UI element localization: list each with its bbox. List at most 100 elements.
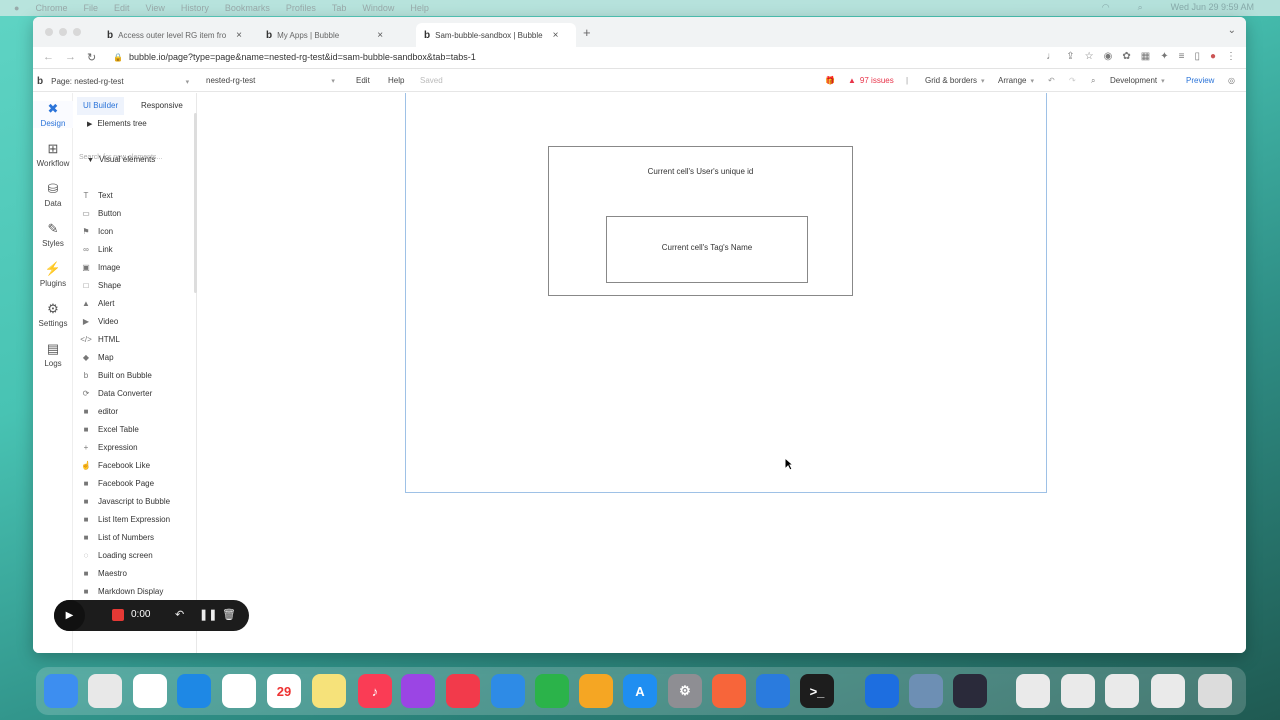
keynote-icon[interactable] bbox=[491, 674, 525, 708]
zoom-window-button[interactable] bbox=[73, 28, 81, 36]
menu-bookmarks[interactable]: Bookmarks bbox=[225, 3, 270, 13]
window-2-icon[interactable] bbox=[1061, 674, 1095, 708]
redo-icon[interactable]: ↷ bbox=[1069, 76, 1076, 85]
search-icon[interactable]: ⌕ bbox=[1138, 2, 1143, 13]
browser-tab[interactable]: b Access outer level RG item fro × bbox=[99, 23, 251, 47]
apple-menu-icon[interactable]: ● bbox=[14, 3, 19, 13]
window-3-icon[interactable] bbox=[1105, 674, 1139, 708]
notes-icon[interactable] bbox=[312, 674, 346, 708]
window-4-icon[interactable] bbox=[1151, 674, 1185, 708]
chrome-icon[interactable] bbox=[133, 674, 167, 708]
app-store-icon[interactable]: A bbox=[623, 674, 657, 708]
forward-arrow-icon[interactable]: → bbox=[65, 51, 76, 63]
element-list-item[interactable]: ☝ Facebook Like bbox=[79, 456, 193, 474]
account-icon[interactable]: ◎ bbox=[1228, 76, 1235, 85]
close-tab-icon[interactable]: × bbox=[553, 30, 559, 41]
menu-tab[interactable]: Tab bbox=[332, 3, 347, 13]
window-1-icon[interactable] bbox=[1016, 674, 1050, 708]
wifi-icon[interactable]: ◠ bbox=[1102, 2, 1110, 13]
search-icon[interactable]: ⌕ bbox=[1091, 76, 1095, 86]
menu-window[interactable]: Window bbox=[362, 3, 394, 13]
element-selector[interactable]: nested-rg-test ▾ bbox=[206, 76, 335, 85]
trash-icon[interactable] bbox=[1198, 674, 1232, 708]
tab-search-chevron-icon[interactable]: ⌄ bbox=[1228, 25, 1236, 36]
element-list-item[interactable]: ■ editor bbox=[79, 402, 193, 420]
element-list-item[interactable]: T Text bbox=[79, 186, 193, 204]
profile-avatar[interactable]: ● bbox=[1210, 51, 1216, 62]
element-list-item[interactable]: ⚑ Icon bbox=[79, 222, 193, 240]
numbers-icon[interactable] bbox=[535, 674, 569, 708]
news-icon[interactable] bbox=[446, 674, 480, 708]
element-list-item[interactable]: ■ Excel Table bbox=[79, 420, 193, 438]
element-list-item[interactable]: □ Shape bbox=[79, 276, 193, 294]
outer-cell-text[interactable]: Current cell's User's unique id bbox=[549, 167, 852, 176]
restart-icon[interactable]: ↶ bbox=[175, 608, 184, 621]
browser-tab[interactable]: b My Apps | Bubble × bbox=[258, 23, 410, 47]
minimize-window-button[interactable] bbox=[59, 28, 67, 36]
slack-icon[interactable] bbox=[222, 674, 256, 708]
element-list-item[interactable]: ∞ Link bbox=[79, 240, 193, 258]
element-list-item[interactable]: ■ Maestro bbox=[79, 564, 193, 582]
rail-logs[interactable]: ▤ Logs bbox=[33, 341, 73, 368]
rail-design[interactable]: ✖ Design bbox=[33, 101, 73, 128]
element-list-item[interactable]: + Expression bbox=[79, 438, 193, 456]
tab-ui-builder[interactable]: UI Builder bbox=[77, 97, 125, 115]
preview-icon[interactable] bbox=[909, 674, 943, 708]
music-icon[interactable]: ♪ bbox=[358, 674, 392, 708]
camera-icon[interactable]: ▶ bbox=[54, 600, 85, 631]
element-list-item[interactable]: ■ Facebook Page bbox=[79, 474, 193, 492]
browser-tab-active[interactable]: b Sam-bubble-sandbox | Bubble × bbox=[416, 23, 576, 47]
menu-view[interactable]: View bbox=[145, 3, 164, 13]
menu-chrome[interactable]: Chrome bbox=[35, 3, 67, 13]
menu-profiles[interactable]: Profiles bbox=[286, 3, 316, 13]
visual-elements-toggle[interactable]: ▼ Visual elements bbox=[87, 155, 155, 164]
rail-workflow[interactable]: ⊞ Workflow bbox=[33, 141, 73, 168]
inner-cell-text[interactable]: Current cell's Tag's Name bbox=[607, 243, 807, 252]
reload-icon[interactable]: ↻ bbox=[87, 51, 96, 64]
edit-menu[interactable]: Edit bbox=[356, 76, 370, 85]
extension-icon[interactable]: ✿ bbox=[1122, 51, 1130, 62]
element-list-item[interactable]: ▲ Alert bbox=[79, 294, 193, 312]
element-list-item[interactable]: ■ Markdown Display bbox=[79, 582, 193, 600]
reading-list-icon[interactable]: ≡ bbox=[1179, 51, 1185, 62]
calendar-icon[interactable]: 29 bbox=[267, 674, 301, 708]
close-tab-icon[interactable]: × bbox=[236, 30, 242, 41]
quicktime-icon[interactable] bbox=[953, 674, 987, 708]
bookmark-star-icon[interactable]: ☆ bbox=[1085, 51, 1094, 62]
delete-icon[interactable]: 🗑 bbox=[222, 608, 236, 621]
sketch-icon[interactable] bbox=[712, 674, 746, 708]
design-canvas[interactable]: Current cell's User's unique id Current … bbox=[197, 93, 1246, 653]
element-list-item[interactable]: ▭ Button bbox=[79, 204, 193, 222]
safari-icon[interactable] bbox=[177, 674, 211, 708]
inner-repeating-group[interactable]: Current cell's Tag's Name bbox=[606, 216, 808, 283]
elements-tree-toggle[interactable]: ▶ Elements tree bbox=[87, 119, 147, 128]
extension-icon[interactable]: ◉ bbox=[1104, 51, 1113, 62]
rail-plugins[interactable]: ⚡ Plugins bbox=[33, 261, 73, 288]
page-frame[interactable]: Current cell's User's unique id Current … bbox=[405, 93, 1047, 493]
mic-icon[interactable]: ♩ bbox=[1046, 51, 1056, 62]
url-field[interactable]: 🔒 bubble.io/page?type=page&name=nested-r… bbox=[113, 52, 476, 62]
pause-icon[interactable]: ❚❚ bbox=[199, 608, 217, 621]
puzzle-icon[interactable]: ✦ bbox=[1160, 51, 1168, 62]
gift-icon[interactable]: 🎁 bbox=[825, 76, 835, 85]
tab-responsive[interactable]: Responsive bbox=[141, 97, 183, 115]
version-menu[interactable]: Development ▾ bbox=[1110, 76, 1165, 85]
share-icon[interactable]: ⇪ bbox=[1066, 51, 1074, 62]
grid-borders-menu[interactable]: Grid & borders ▾ bbox=[925, 76, 985, 85]
sidebar-icon[interactable]: ▯ bbox=[1194, 51, 1200, 62]
vscode-icon[interactable] bbox=[756, 674, 790, 708]
undo-icon[interactable]: ↶ bbox=[1048, 76, 1055, 85]
pages-icon[interactable] bbox=[579, 674, 613, 708]
element-list-item[interactable]: ■ Javascript to Bubble bbox=[79, 492, 193, 510]
rail-data[interactable]: ⛁ Data bbox=[33, 181, 73, 208]
element-list-item[interactable]: ■ List Item Expression bbox=[79, 510, 193, 528]
system-preferences-icon[interactable]: ⚙ bbox=[668, 674, 702, 708]
1password-icon[interactable] bbox=[865, 674, 899, 708]
outer-repeating-group[interactable]: Current cell's User's unique id Current … bbox=[548, 146, 853, 296]
page-selector[interactable]: b Page: nested-rg-test ▾ bbox=[37, 76, 189, 87]
element-list-item[interactable]: ▶ Video bbox=[79, 312, 193, 330]
element-list-item[interactable]: ◆ Map bbox=[79, 348, 193, 366]
menubar-clock[interactable]: Wed Jun 29 9:59 AM bbox=[1171, 2, 1254, 13]
close-tab-icon[interactable]: × bbox=[377, 30, 383, 41]
element-list-item[interactable]: ▣ Image bbox=[79, 258, 193, 276]
